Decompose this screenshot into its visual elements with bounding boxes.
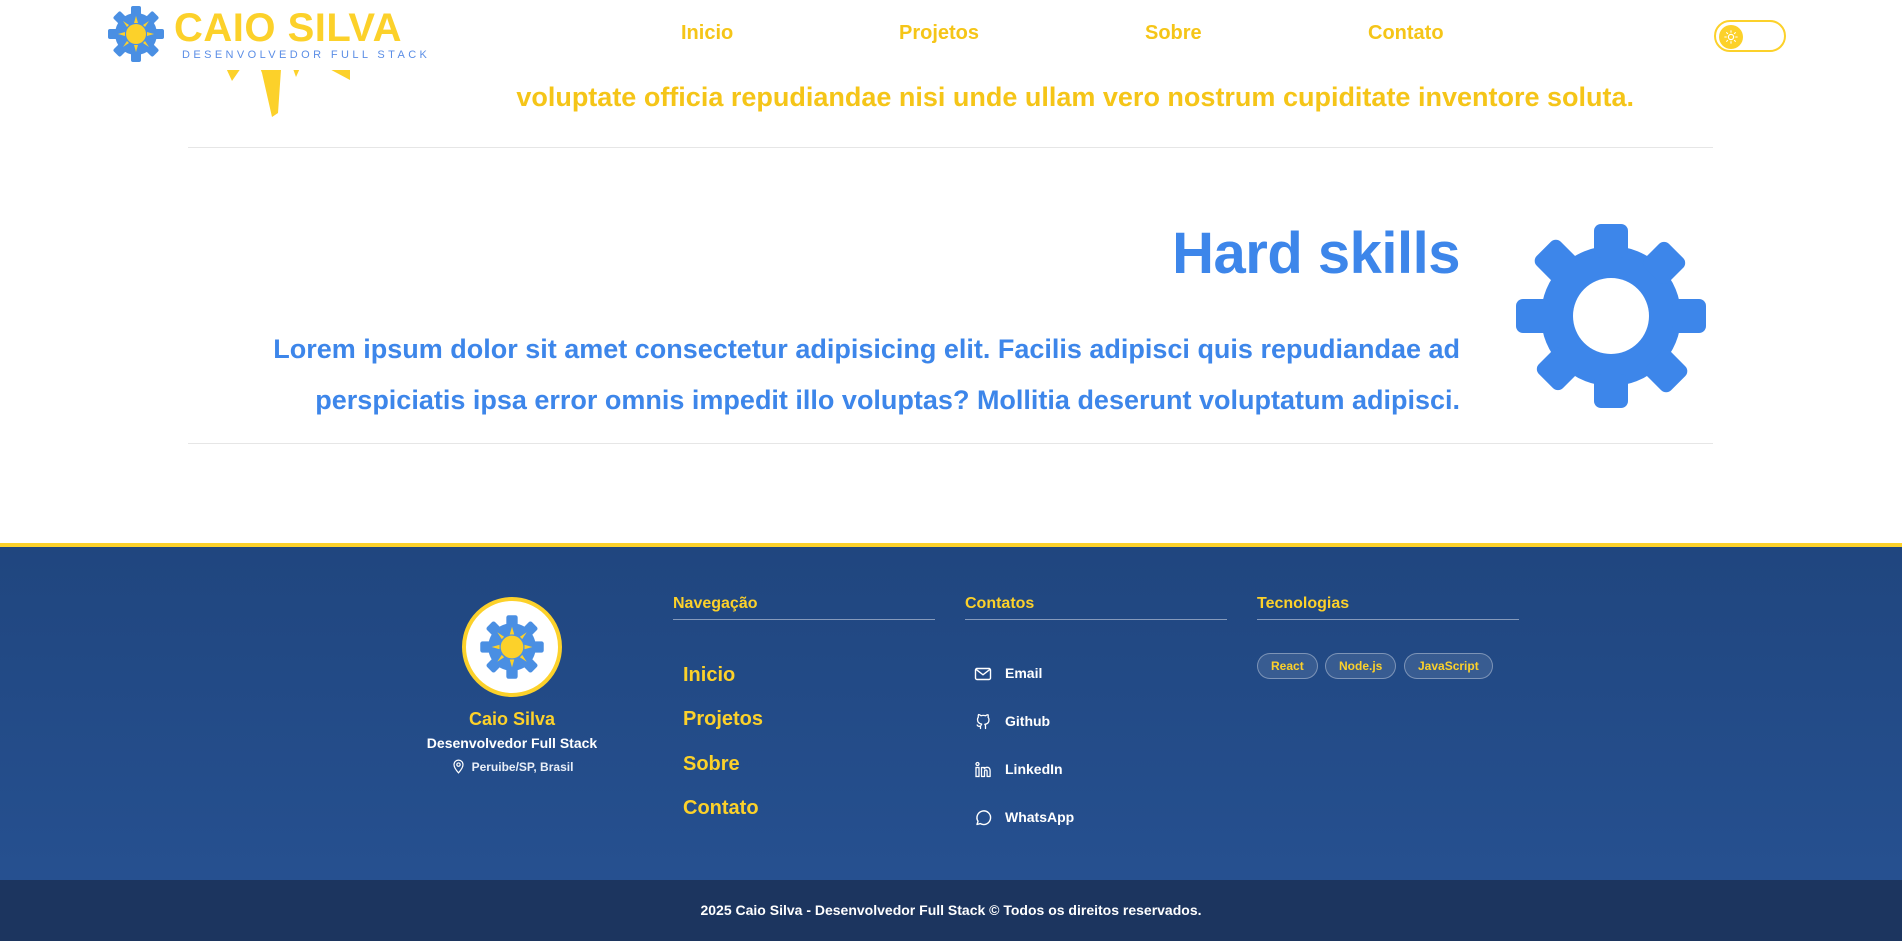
nav-link-projetos[interactable]: Projetos [899, 22, 979, 45]
main-nav: Inicio Projetos Sobre Contato [0, 22, 1902, 48]
whatsapp-icon [976, 810, 992, 826]
toggle-knob [1719, 25, 1743, 49]
footer-tech-divider [1257, 619, 1519, 620]
site-header: CAIO SILVA DESENVOLVEDOR FULL STACK Inic… [0, 0, 1902, 70]
footer-avatar [462, 597, 562, 697]
mail-icon [974, 667, 992, 681]
footer-name: Caio Silva [468, 709, 556, 729]
contact-whatsapp-label: WhatsApp [1005, 809, 1075, 825]
footer-nav-link-contato[interactable]: Contato [683, 797, 759, 820]
contact-github-label: Github [1005, 713, 1051, 729]
nav-link-sobre[interactable]: Sobre [1145, 22, 1202, 45]
copyright-text: 2025 Caio Silva - Desenvolvedor Full Sta… [700, 902, 1202, 918]
hard-skills-title: Hard skills [1172, 221, 1460, 286]
section-divider [188, 147, 1713, 148]
map-pin-icon [452, 759, 464, 774]
sun-icon [1724, 30, 1738, 44]
footer-nav-link-inicio[interactable]: Inicio [683, 664, 735, 687]
gear-icon [1516, 224, 1706, 408]
copyright-bar: 2025 Caio Silva - Desenvolvedor Full Sta… [0, 880, 1902, 941]
tech-tag-react: React [1257, 653, 1318, 679]
footer-role: Desenvolvedor Full Stack [426, 735, 598, 751]
section-divider [188, 443, 1713, 444]
footer-nav-title: Navegação [673, 595, 758, 612]
footer-location-text: Peruibe/SP, Brasil [471, 760, 574, 774]
logo-tagline: DESENVOLVEDOR FULL STACK [182, 49, 431, 61]
tech-tag-nodejs: Node.js [1325, 653, 1397, 679]
footer-location: Peruibe/SP, Brasil [362, 759, 662, 777]
contact-linkedin-label: LinkedIn [1005, 761, 1063, 777]
nav-link-contato[interactable]: Contato [1368, 22, 1444, 45]
linkedin-icon [975, 761, 991, 778]
sun-gear-logo-icon [480, 615, 544, 679]
nav-link-inicio[interactable]: Inicio [681, 22, 733, 45]
footer-contacts-title: Contatos [965, 595, 1035, 612]
hard-skills-line-2: perspiciatis ipsa error omnis impedit il… [315, 385, 1460, 415]
footer-nav-divider [673, 619, 935, 620]
tech-tag-javascript: JavaScript [1404, 653, 1493, 679]
footer-nav-link-sobre[interactable]: Sobre [683, 753, 740, 776]
footer-contacts-divider [965, 619, 1227, 620]
hard-skills-line-1: Lorem ipsum dolor sit amet consectetur a… [273, 334, 1460, 364]
contact-email-label: Email [1005, 665, 1043, 681]
footer-tech-title: Tecnologias [1257, 595, 1350, 612]
section-text: voluptate officia repudiandae nisi unde … [516, 82, 1634, 112]
footer-nav-link-projetos[interactable]: Projetos [683, 708, 763, 731]
theme-toggle[interactable] [1714, 20, 1786, 52]
github-icon [976, 713, 990, 730]
hard-skills-description: Lorem ipsum dolor sit amet consectetur a… [186, 324, 1460, 426]
